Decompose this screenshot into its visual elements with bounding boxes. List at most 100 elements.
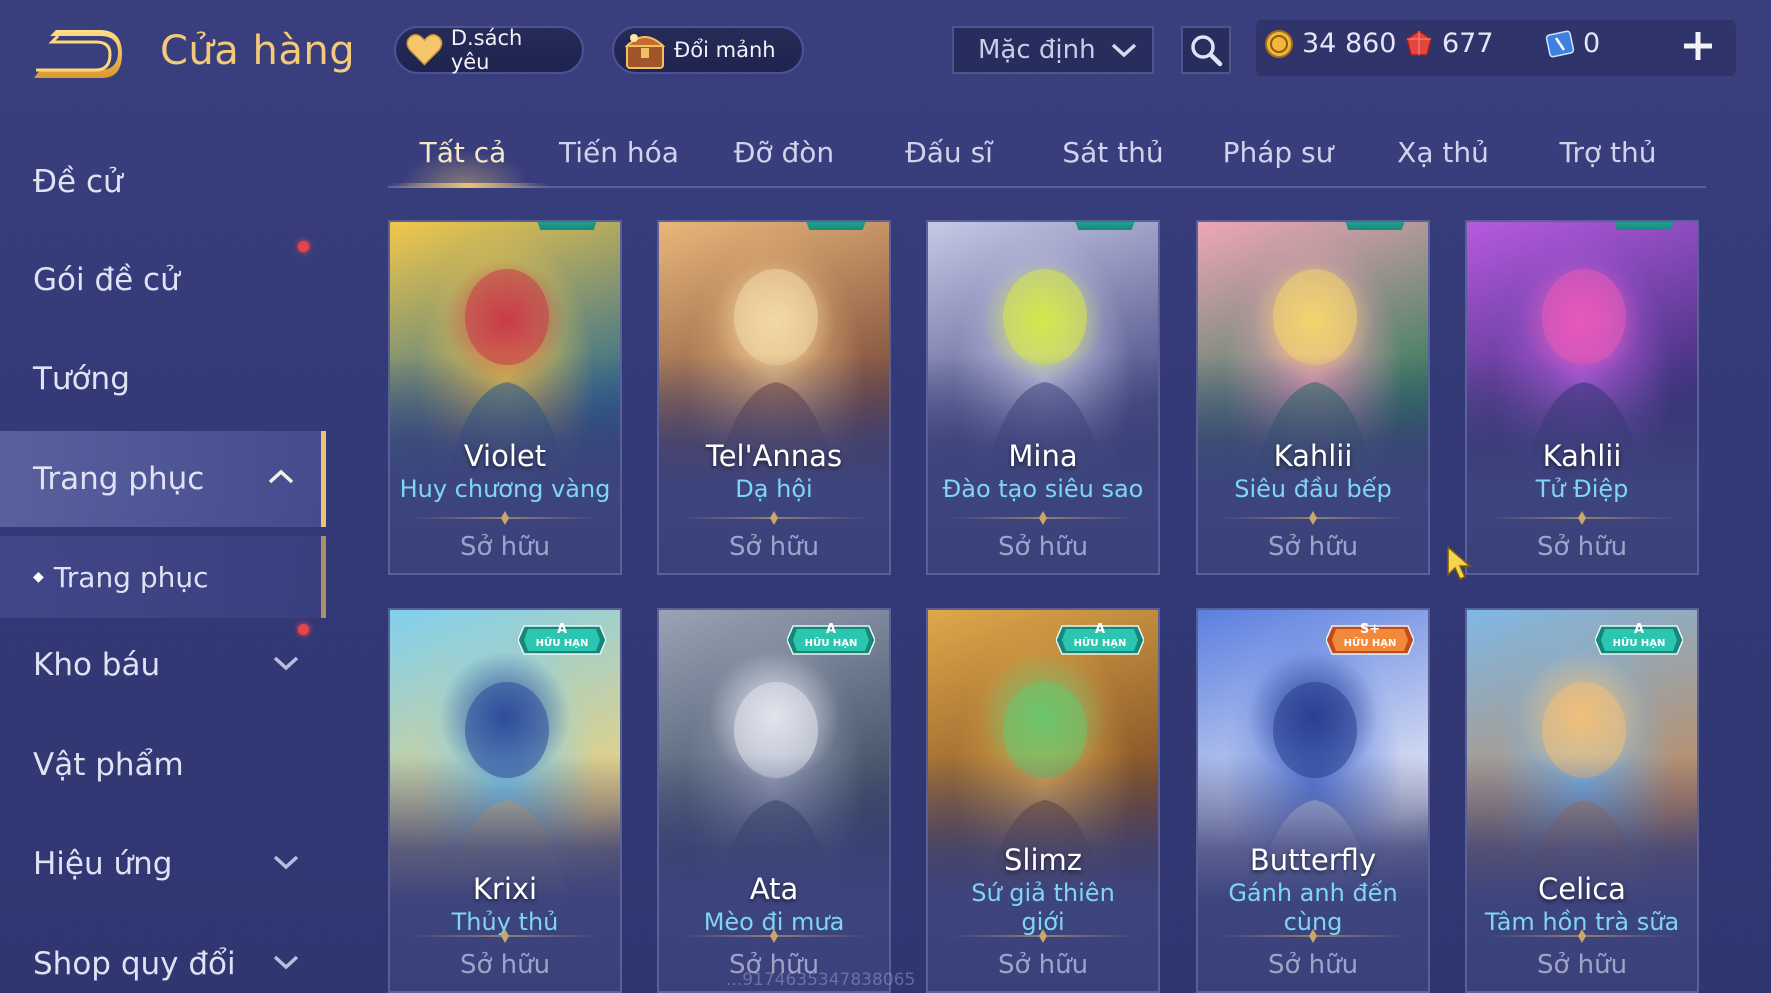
skin-card[interactable]: S+ Hữu hạn Butterfly Gánh anh đến cùng Sở hữ… — [1196, 608, 1430, 993]
hero-name: Mina — [1008, 439, 1078, 473]
sidebar-item-label: Gói đề cử — [33, 262, 180, 298]
gold-coin-icon — [1265, 29, 1293, 58]
tab-assassin[interactable]: Sát thủ — [1038, 136, 1188, 169]
sort-selected-value: Mặc định — [978, 35, 1096, 65]
search-icon — [1191, 35, 1223, 67]
hero-name: Violet — [463, 439, 547, 473]
sidebar-item-label: Tướng — [33, 361, 130, 397]
sidebar-item-treasure[interactable]: Kho báu — [0, 617, 326, 713]
limited-badge — [1070, 222, 1140, 230]
sidebar-item-label: Hiệu ứng — [33, 846, 173, 882]
badge-label: Hữu hạn — [804, 638, 858, 649]
page-title: Cửa hàng — [160, 28, 356, 74]
limited-badge — [1609, 222, 1679, 230]
owned-status: Sở hữu — [997, 950, 1089, 980]
hero-name: Kahlii — [1273, 439, 1353, 473]
limited-grade-badge: A Hữu hạn — [1056, 622, 1144, 658]
skin-name: Tử Điệp — [1535, 475, 1629, 503]
mouse-cursor-icon — [1447, 545, 1473, 580]
search-button[interactable] — [1181, 26, 1231, 74]
owned-status: Sở hữu — [459, 532, 551, 562]
hero-name: Slimz — [1004, 843, 1082, 877]
active-tab-underline — [388, 183, 548, 188]
voucher-ticket-icon — [1545, 30, 1575, 57]
card-divider — [1218, 929, 1408, 943]
hero-name: Celica — [1538, 872, 1626, 906]
skin-card[interactable]: A Hữu hạn Ata Mèo đi mưa Sở hữu — [657, 608, 891, 993]
badge-grade: S+ — [1359, 622, 1381, 637]
tab-tank[interactable]: Đỡ đòn — [709, 136, 859, 169]
gem-balance: 677 — [1404, 28, 1494, 59]
sidebar-item-recommended-bundles[interactable]: Gói đề cử — [0, 232, 326, 328]
sidebar-item-effects[interactable]: Hiệu ứng — [0, 816, 326, 912]
skin-card[interactable]: Mina Đào tạo siêu sao Sở hữu — [926, 220, 1160, 575]
skin-card[interactable]: Kahlii Tử Điệp Sở hữu — [1465, 220, 1699, 575]
sidebar-item-label: Kho báu — [33, 647, 161, 683]
sidebar-item-exchange-shop[interactable]: Shop quy đổi — [0, 916, 326, 993]
watermark: ...9174635347838065 — [726, 970, 916, 990]
sidebar-subitem-skins[interactable]: ◆ Trang phục — [0, 536, 326, 618]
tab-mage[interactable]: Pháp sư — [1203, 136, 1353, 169]
sort-dropdown[interactable]: Mặc định — [952, 26, 1154, 74]
owned-status: Sở hữu — [1536, 532, 1628, 562]
sidebar-item-label: Trang phục — [33, 461, 205, 497]
sidebar-item-heroes[interactable]: Tướng — [0, 331, 326, 427]
owned-status: Sở hữu — [1267, 532, 1359, 562]
skin-name: Gánh anh đến cùng — [1228, 879, 1398, 936]
skin-name: Siêu đầu bếp — [1234, 475, 1392, 503]
add-currency-button[interactable] — [1678, 26, 1718, 66]
owned-status: Sở hữu — [459, 950, 551, 980]
exchange-shards-label: Đổi mảnh — [674, 38, 776, 62]
sidebar-item-items[interactable]: Vật phẩm — [0, 717, 326, 813]
bullet-diamond-icon: ◆ — [33, 569, 44, 585]
tab-evolution[interactable]: Tiến hóa — [544, 136, 694, 169]
sidebar-item-skins[interactable]: Trang phục — [0, 431, 326, 527]
skin-card[interactable]: A Hữu hạn Slimz Sứ giả thiên giới Sở hữu — [926, 608, 1160, 993]
badge-label: Hữu hạn — [1612, 638, 1666, 649]
skin-card[interactable]: Tel'Annas Dạ hội Sở hữu — [657, 220, 891, 575]
badge-grade: A — [825, 622, 837, 637]
limited-badge — [801, 222, 871, 230]
sidebar-item-label: Shop quy đổi — [33, 946, 236, 982]
exchange-shards-button[interactable]: Đổi mảnh — [612, 26, 804, 74]
top-bar: Cửa hàng D.sách yêu Đổi mảnh Mặc định 34… — [0, 0, 1771, 110]
card-divider — [410, 929, 600, 943]
skin-card[interactable]: Violet Huy chương vàng Sở hữu — [388, 220, 622, 575]
sidebar-item-label: Trang phục — [53, 560, 209, 594]
skin-name: Huy chương vàng — [399, 475, 611, 503]
sidebar-item-label: Đề cử — [33, 164, 123, 200]
card-divider — [948, 929, 1138, 943]
chevron-down-icon — [273, 855, 299, 870]
favorites-label: D.sách yêu — [450, 26, 523, 74]
sidebar: Đề cử Gói đề cử Tướng Trang phục ◆ Trang… — [0, 110, 326, 993]
tab-marksman[interactable]: Xạ thủ — [1368, 136, 1518, 169]
skin-card[interactable]: A Hữu hạn Krixi Thủy thủ Sở hữu — [388, 608, 622, 993]
card-divider — [948, 511, 1138, 525]
card-divider — [410, 511, 600, 525]
card-divider — [1218, 511, 1408, 525]
skin-card[interactable]: A Hữu hạn Celica Tâm hồn trà sữa Sở hữu — [1465, 608, 1699, 993]
hero-name: Butterfly — [1249, 843, 1377, 877]
owned-status: Sở hữu — [997, 532, 1089, 562]
skin-card[interactable]: Kahlii Siêu đầu bếp Sở hữu — [1196, 220, 1430, 575]
favorites-button[interactable]: D.sách yêu — [394, 26, 584, 74]
badge-grade: A — [1094, 622, 1106, 637]
limited-grade-badge: A Hữu hạn — [518, 622, 606, 658]
badge-grade: A — [556, 622, 568, 637]
tab-fighter[interactable]: Đấu sĩ — [874, 136, 1024, 169]
notification-dot — [298, 241, 309, 252]
owned-status: Sở hữu — [1536, 950, 1628, 980]
treasure-chest-icon — [624, 34, 666, 69]
chevron-up-icon — [268, 469, 294, 484]
sidebar-item-recommended[interactable]: Đề cử — [0, 134, 326, 230]
category-tabs: Tất cả Tiến hóa Đỡ đòn Đấu sĩ Sát thủ Ph… — [388, 128, 1706, 188]
chevron-down-icon — [273, 656, 299, 671]
plus-icon — [1684, 32, 1712, 60]
limited-grade-badge: S+ Hữu hạn — [1326, 622, 1414, 658]
owned-status: Sở hữu — [1267, 950, 1359, 980]
voucher-balance: 0 — [1545, 28, 1600, 59]
back-button[interactable] — [30, 30, 122, 82]
red-gem-icon — [1406, 29, 1432, 56]
tab-all[interactable]: Tất cả — [388, 136, 538, 169]
tab-support[interactable]: Trợ thủ — [1533, 136, 1683, 169]
